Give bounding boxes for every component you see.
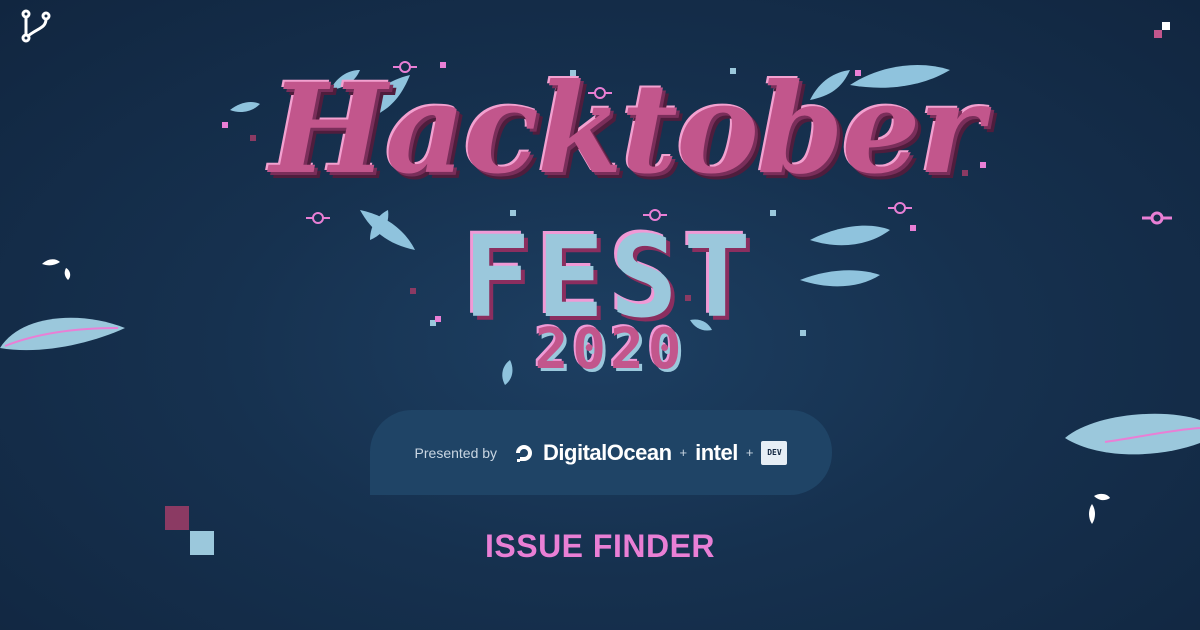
plus-separator: +: [745, 445, 754, 460]
logo-title-hacktober: Hacktober: [270, 57, 984, 202]
sponsor-banner: Presented by DigitalOcean + intel + DEV: [370, 410, 832, 495]
sponsor-row: Presented by DigitalOcean + intel + DEV: [370, 410, 832, 495]
leaf-icon: [1065, 413, 1200, 455]
git-branch-icon: [21, 9, 51, 43]
leaf-icon: [0, 317, 125, 351]
pixel-decoration: [165, 506, 189, 530]
intel-logo-text: intel: [695, 439, 738, 465]
hacktoberfest-logo: Hacktober FEST 2020: [210, 40, 1000, 400]
page-title: ISSUE FINDER: [484, 528, 716, 564]
plus-separator: +: [679, 445, 688, 460]
leaf-icon: [1089, 493, 1110, 524]
logo-title-year: 2020: [534, 317, 686, 382]
pixel-decoration: [1162, 22, 1170, 30]
git-commit-icon: [1142, 211, 1172, 225]
leaf-icon: [42, 259, 71, 280]
presented-by-label: Presented by: [414, 444, 498, 461]
pixel-decoration: [190, 531, 214, 555]
digitalocean-icon: [516, 444, 533, 462]
pixel-decoration: [1154, 30, 1162, 38]
digitalocean-logo-text: DigitalOcean: [543, 439, 672, 465]
dev-logo-badge: DEV: [761, 440, 788, 465]
